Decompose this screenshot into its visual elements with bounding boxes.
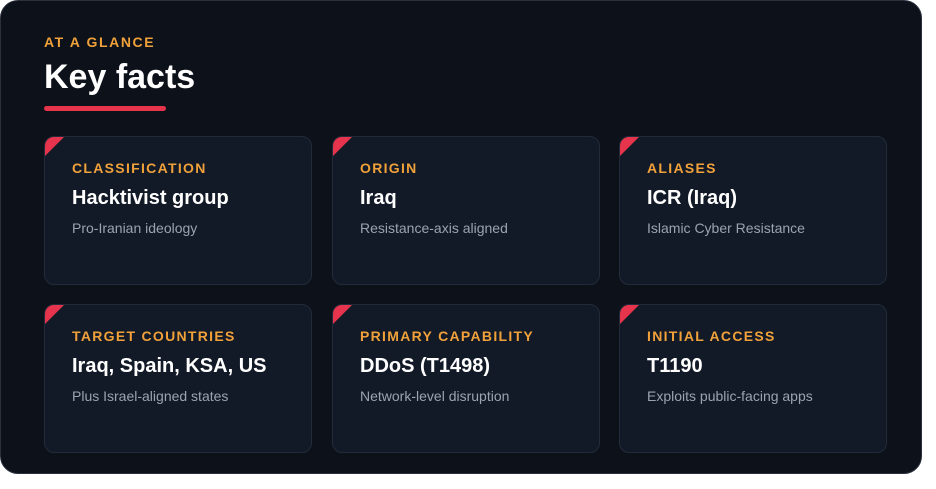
fact-subtext: Pro-Iranian ideology [72,220,198,236]
fact-subtext: Islamic Cyber Resistance [647,220,805,236]
corner-accent [620,305,639,324]
fact-value: T1190 [647,355,703,377]
fact-subtext: Plus Israel-aligned states [72,388,229,404]
key-facts-panel: AT A GLANCE Key facts CLASSIFICATION Hac… [0,0,922,474]
fact-label: ALIASES [647,160,717,176]
fact-value: DDoS (T1498) [360,355,491,377]
fact-label: INITIAL ACCESS [647,328,776,344]
fact-subtext: Exploits public-facing apps [647,388,813,404]
fact-card-primary-capability: PRIMARY CAPABILITY DDoS (T1498) Network-… [332,304,600,453]
fact-value: Iraq, Spain, KSA, US [72,355,267,377]
fact-label: TARGET COUNTRIES [72,328,236,344]
fact-subtext: Resistance-axis aligned [360,220,508,236]
corner-accent [333,305,352,324]
fact-value: Hacktivist group [72,187,229,209]
fact-label: CLASSIFICATION [72,160,207,176]
section-eyebrow: AT A GLANCE [44,34,156,50]
fact-value: Iraq [360,187,397,209]
fact-card-origin: ORIGIN Iraq Resistance-axis aligned [332,136,600,285]
fact-card-target-countries: TARGET COUNTRIES Iraq, Spain, KSA, US Pl… [44,304,312,453]
title-underline [44,106,166,111]
fact-card-initial-access: INITIAL ACCESS T1190 Exploits public-fac… [619,304,887,453]
fact-subtext: Network-level disruption [360,388,510,404]
fact-label: ORIGIN [360,160,418,176]
page-title: Key facts [44,58,196,96]
corner-accent [620,137,639,156]
fact-card-aliases: ALIASES ICR (Iraq) Islamic Cyber Resista… [619,136,887,285]
fact-value: ICR (Iraq) [647,187,737,209]
corner-accent [45,137,64,156]
corner-accent [45,305,64,324]
corner-accent [333,137,352,156]
fact-label: PRIMARY CAPABILITY [360,328,535,344]
fact-card-classification: CLASSIFICATION Hacktivist group Pro-Iran… [44,136,312,285]
